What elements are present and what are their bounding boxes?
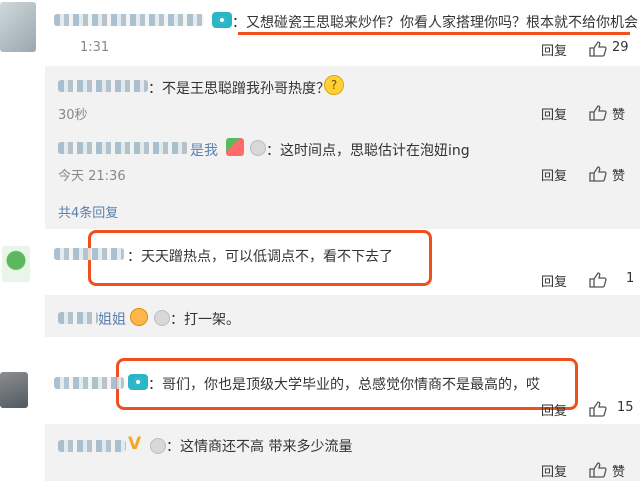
thumbs-up-icon[interactable]: [589, 166, 607, 182]
comment-text: ：天天蹭热点，可以低调点不，看不下去了: [127, 249, 393, 265]
thumbs-up-icon[interactable]: [589, 401, 607, 417]
username-blurred[interactable]: [54, 377, 124, 389]
avatar[interactable]: [0, 372, 28, 408]
reply-text: ：打一架。: [170, 312, 240, 328]
like-label: 赞: [612, 108, 626, 123]
reply-text: ：不是王思聪蹭我孙哥热度？: [148, 81, 330, 97]
username-blurred[interactable]: [58, 80, 148, 92]
like-count: 1: [626, 271, 635, 286]
camera-badge-icon: [128, 374, 148, 390]
highlight-underline: [238, 32, 630, 35]
username-blurred[interactable]: [58, 142, 188, 154]
reply-text: ：这时间点，思聪估计在泡妞ing: [266, 143, 470, 159]
comment-text: ：哥们，你也是顶级大学毕业的，总感觉你情商不是最高的，哎: [148, 377, 540, 393]
reply-time: 30秒: [58, 108, 88, 123]
reply-button[interactable]: 回复: [541, 165, 567, 184]
reply-time: 今天 21:36: [58, 169, 126, 184]
thumbs-up-icon[interactable]: [589, 272, 607, 288]
comment-text: ：又想碰瓷王思聪来炒作？你看人家搭理你吗？根本就不给你机会: [232, 15, 638, 31]
username-blurred[interactable]: [58, 312, 98, 324]
reply-button[interactable]: 回复: [541, 104, 567, 123]
avatar[interactable]: [2, 246, 30, 282]
like-label: 赞: [612, 169, 626, 184]
thumbs-up-icon[interactable]: [589, 462, 607, 478]
username-suffix[interactable]: 姐姐: [98, 309, 126, 329]
v-badge-icon: V: [128, 434, 142, 454]
vip-medal-icon: [250, 140, 266, 156]
reply-button[interactable]: 回复: [541, 40, 567, 59]
more-replies-link[interactable]: 共4条回复: [58, 202, 118, 221]
username-blurred[interactable]: [54, 248, 124, 260]
vip-medal-icon: [150, 438, 166, 454]
username-blurred[interactable]: [58, 440, 126, 452]
thumbs-up-icon[interactable]: [589, 41, 607, 57]
emoji-icon: ?: [324, 75, 344, 95]
comment-time: 1:31: [80, 40, 110, 55]
username-blurred[interactable]: [54, 14, 204, 26]
reply-button[interactable]: 回复: [541, 400, 567, 419]
like-count: 15: [617, 400, 634, 415]
camera-badge-icon: [212, 12, 232, 28]
like-count: 29: [612, 40, 629, 55]
like-label: 赞: [612, 465, 626, 480]
reply-button[interactable]: 回复: [541, 271, 567, 290]
crown-badge-icon: [130, 308, 148, 326]
avatar[interactable]: [0, 2, 36, 52]
watermelon-badge-icon: [226, 138, 244, 156]
reply-button[interactable]: 回复: [541, 461, 567, 480]
vip-medal-icon: [154, 310, 170, 326]
thumbs-up-icon[interactable]: [589, 105, 607, 121]
reply-text: ：这情商还不高 带来多少流量: [166, 439, 353, 455]
username-suffix[interactable]: 是我: [190, 140, 218, 160]
